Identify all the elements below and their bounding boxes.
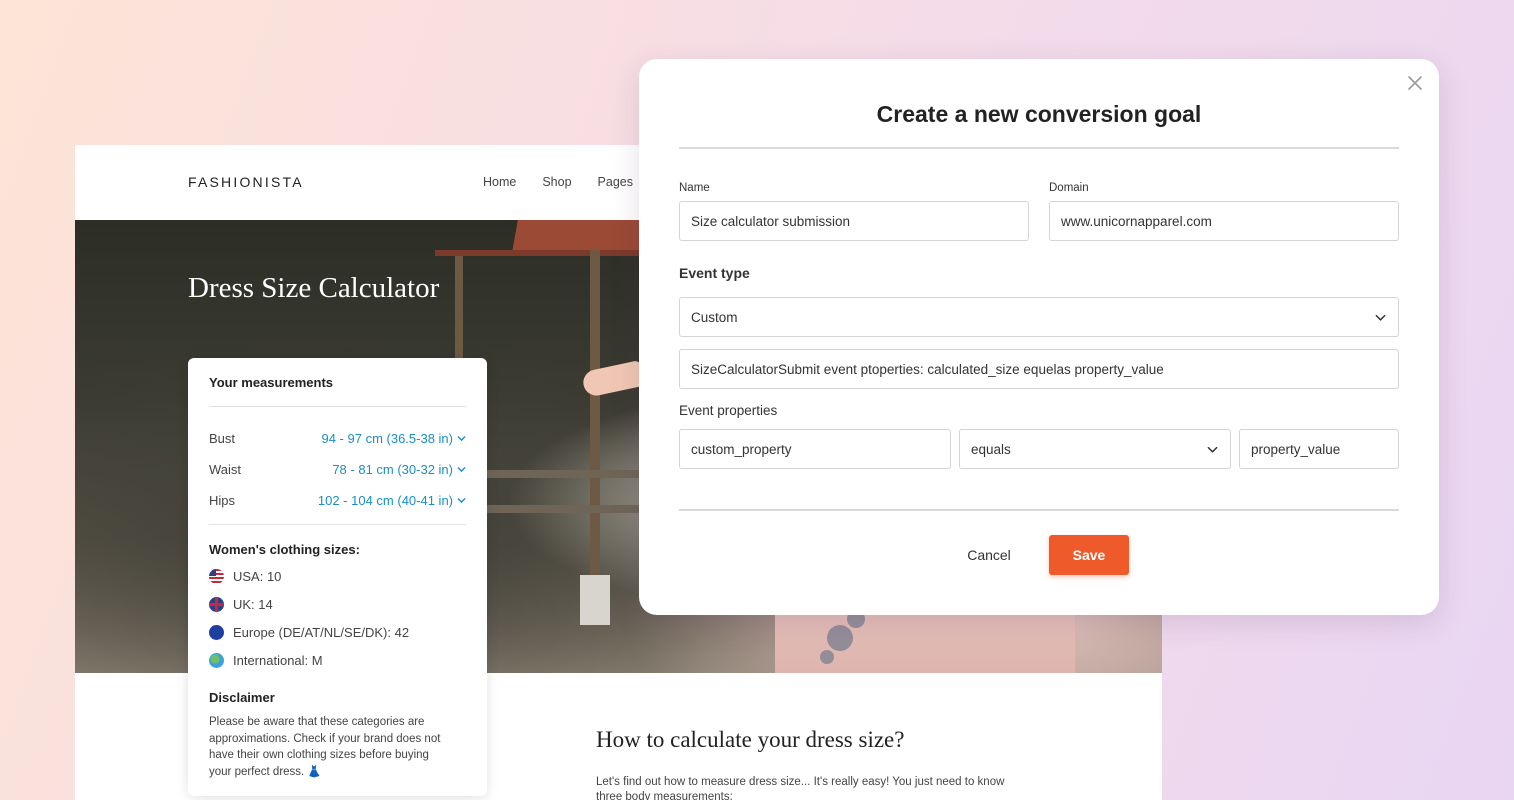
event-type-label: Event type: [679, 265, 750, 281]
operator-value: equals: [971, 441, 1011, 457]
chevron-down-icon: [457, 467, 466, 473]
chevron-down-icon: [1375, 314, 1386, 321]
hero-title: Dress Size Calculator: [188, 272, 440, 304]
disclaimer-text: Please be aware that these categories ar…: [209, 716, 441, 778]
chevron-down-icon: [457, 498, 466, 504]
dress-flower-pattern: [820, 650, 834, 664]
measurement-label: Hips: [209, 493, 236, 508]
globe-icon: [209, 653, 224, 668]
chevron-down-icon: [1207, 446, 1218, 453]
measurement-label: Waist: [209, 462, 242, 477]
nav-item-home[interactable]: Home: [483, 175, 516, 189]
site-brand-logo[interactable]: FASHIONISTA: [188, 174, 304, 190]
card-divider: [209, 406, 466, 407]
uk-flag-icon: [209, 597, 224, 612]
event-type-select[interactable]: Custom: [679, 297, 1399, 337]
hero-pillar: [580, 575, 610, 625]
name-input[interactable]: [679, 201, 1029, 241]
eu-flag-icon: [209, 625, 224, 640]
measurement-dropdown-bust[interactable]: 94 - 97 cm (36.5-38 in): [321, 431, 466, 446]
chevron-down-icon: [457, 436, 466, 442]
measurement-row-waist: Waist 78 - 81 cm (30-32 in): [209, 454, 466, 485]
size-row-uk: UK: 14: [209, 591, 466, 618]
hero-post: [590, 250, 600, 580]
property-key-input[interactable]: [679, 429, 951, 469]
us-flag-icon: [209, 569, 224, 584]
disclaimer-title: Disclaimer: [209, 690, 275, 705]
measurement-row-hips: Hips 102 - 104 cm (40-41 in): [209, 485, 466, 516]
domain-input[interactable]: [1049, 201, 1399, 241]
measurement-row-bust: Bust 94 - 97 cm (36.5-38 in): [209, 423, 466, 454]
measurement-value: 102 - 104 cm (40-41 in): [317, 493, 453, 508]
cancel-button[interactable]: Cancel: [949, 535, 1029, 575]
hero-roof-shape: [512, 220, 658, 252]
dress-flower-pattern: [827, 625, 853, 651]
size-text: International: M: [233, 653, 323, 668]
modal-divider: [679, 509, 1399, 511]
size-row-international: International: M: [209, 647, 466, 674]
measurement-value: 94 - 97 cm (36.5-38 in): [321, 431, 453, 446]
modal-title: Create a new conversion goal: [876, 101, 1202, 127]
size-text: USA: 10: [233, 569, 282, 584]
domain-label: Domain: [1049, 182, 1089, 194]
card-divider: [209, 524, 466, 525]
close-icon[interactable]: [1407, 75, 1423, 91]
measurement-value: 78 - 81 cm (30-32 in): [332, 462, 453, 477]
hero-roof-beam: [435, 250, 645, 256]
hero-bench-rail: [465, 470, 665, 478]
name-label: Name: [679, 182, 710, 194]
site-nav: Home Shop Pages: [483, 175, 633, 189]
article-title: How to calculate your dress size?: [596, 727, 905, 752]
nav-item-pages[interactable]: Pages: [598, 175, 633, 189]
measurement-dropdown-waist[interactable]: 78 - 81 cm (30-32 in): [332, 462, 466, 477]
event-type-value: Custom: [691, 309, 738, 325]
size-text: Europe (DE/AT/NL/SE/DK): 42: [233, 625, 410, 640]
operator-select[interactable]: equals: [959, 429, 1231, 469]
modal-divider: [679, 147, 1399, 149]
event-properties-label: Event properties: [679, 403, 778, 418]
card-title: Your measurements: [209, 375, 334, 390]
measurement-label: Bust: [209, 431, 236, 446]
size-row-europe: Europe (DE/AT/NL/SE/DK): 42: [209, 619, 466, 646]
measurement-dropdown-hips[interactable]: 102 - 104 cm (40-41 in): [318, 493, 466, 508]
conversion-goal-modal: Create a new conversion goal Name Domain…: [639, 59, 1439, 615]
measurements-card: Your measurements Bust 94 - 97 cm (36.5-…: [188, 358, 487, 796]
save-button[interactable]: Save: [1049, 535, 1129, 575]
size-list: USA: 10 UK: 14 Europe (DE/AT/NL/SE/DK): …: [209, 563, 466, 674]
measurement-list: Bust 94 - 97 cm (36.5-38 in) Waist 78 - …: [209, 423, 466, 516]
size-row-usa: USA: 10: [209, 563, 466, 590]
article-text: Let's find out how to measure dress size…: [596, 776, 1005, 800]
sizes-title: Women's clothing sizes:: [209, 542, 360, 557]
size-text: UK: 14: [233, 597, 273, 612]
property-value-input[interactable]: [1239, 429, 1399, 469]
nav-item-shop[interactable]: Shop: [542, 175, 571, 189]
event-description-input[interactable]: [679, 349, 1399, 389]
